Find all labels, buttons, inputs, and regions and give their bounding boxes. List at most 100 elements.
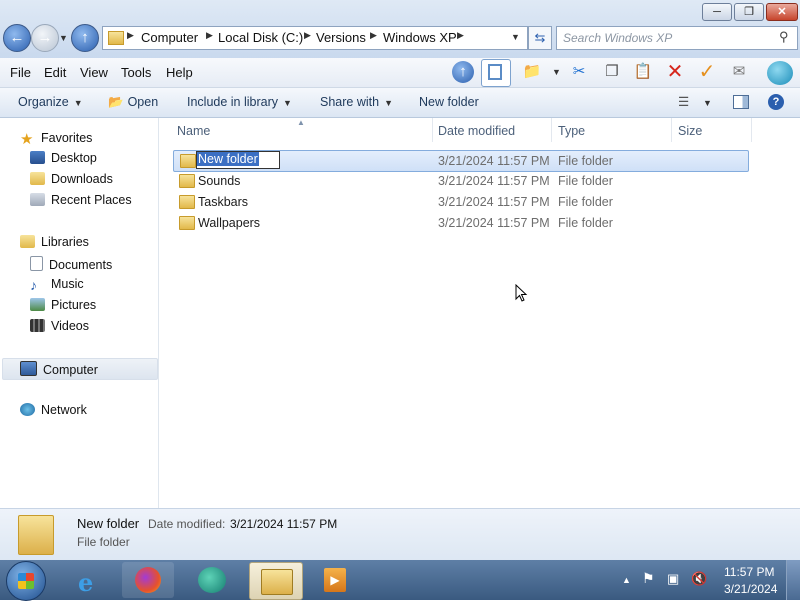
address-bar[interactable]: ▶ Computer ▶ Local Disk (C:) ▶ Versions … [102,26,528,50]
recent-pages-dropdown[interactable]: ▼ [59,33,68,43]
column-divider[interactable] [751,118,752,142]
organize-button[interactable]: Organize ▼ [18,95,83,109]
menu-file[interactable]: File [10,65,31,80]
delete-icon[interactable]: ✕ [664,61,686,83]
libraries-icon [20,235,35,248]
search-input[interactable] [563,30,763,46]
back-button[interactable]: ← [3,24,31,52]
breadcrumb-local-disk[interactable]: Local Disk (C:) [218,30,303,45]
file-row[interactable]: Wallpapers 3/21/2024 11:57 PM File folde… [173,213,747,233]
view-dropdown-icon[interactable]: ▼ [552,67,561,77]
file-list: ▲ Name Date modified Type Size New folde… [159,118,800,508]
downloads-icon [30,172,45,185]
menu-view[interactable]: View [80,65,108,80]
breadcrumb-versions[interactable]: Versions [316,30,366,45]
nav-documents[interactable]: Documents [30,256,112,272]
nav-desktop[interactable]: Desktop [30,151,97,165]
computer-icon [20,361,37,376]
menu-tools[interactable]: Tools [121,65,151,80]
column-divider[interactable] [671,118,672,142]
include-in-library-label: Include in library [187,95,279,109]
nav-desktop-label: Desktop [51,151,97,165]
breadcrumb-separator-icon[interactable]: ▶ [304,30,311,41]
column-header-size[interactable]: Size [678,124,702,138]
breadcrumb-computer[interactable]: Computer [141,30,198,45]
documents-icon [30,256,43,271]
copy-icon[interactable]: ❐ [601,61,623,83]
taskbar-windows-explorer[interactable] [249,562,303,600]
rename-input[interactable]: New folder [196,151,280,169]
folders-pane-icon[interactable] [481,59,511,87]
taskbar-firefox[interactable] [122,562,174,598]
help-icon[interactable]: ? [768,94,784,110]
cut-icon[interactable]: ✂ [568,61,590,83]
column-divider[interactable] [432,118,433,142]
file-row[interactable]: Taskbars 3/21/2024 11:57 PM File folder [173,192,747,212]
preview-pane-icon[interactable] [733,95,749,109]
up-button[interactable]: ↑ [71,24,99,52]
close-button[interactable]: ✕ [766,3,798,21]
details-date-label: Date modified: [148,517,226,531]
column-header-type[interactable]: Type [558,124,585,138]
nav-downloads[interactable]: Downloads [30,172,113,186]
windows-flag-icon[interactable] [767,61,793,85]
nav-downloads-label: Downloads [51,172,113,186]
nav-pictures[interactable]: Pictures [30,298,96,312]
paste-icon[interactable]: 📋 [632,61,654,83]
clock-time[interactable]: 11:57 PM [724,565,774,579]
folder-options-icon[interactable]: 📁 [521,61,543,83]
change-view-icon[interactable]: ☰ [678,94,689,109]
column-divider[interactable] [551,118,552,142]
nav-favorites[interactable]: ★ Favorites [20,130,92,148]
new-folder-button[interactable]: New folder [419,95,479,109]
address-history-dropdown[interactable]: ▼ [511,32,520,42]
nav-videos[interactable]: Videos [30,319,89,333]
show-hidden-icons[interactable]: ▲ [622,575,631,585]
share-with-button[interactable]: Share with ▼ [320,95,393,109]
start-button[interactable] [6,561,46,601]
nav-libraries[interactable]: Libraries [20,235,89,249]
nav-network-label: Network [41,403,87,417]
network-tray-icon[interactable]: ▣ [667,571,679,587]
nav-recent-places[interactable]: Recent Places [30,193,132,207]
search-icon[interactable]: ⚲ [779,29,789,45]
breadcrumb-separator-icon[interactable]: ▶ [370,30,377,41]
firefox-icon [135,567,161,593]
column-header-date-modified[interactable]: Date modified [438,124,515,138]
checkmark-icon[interactable]: ✓ [696,61,718,83]
view-options-dropdown-icon[interactable]: ▼ [703,98,712,108]
column-header-name[interactable]: Name [177,124,210,138]
action-center-flag-icon[interactable]: ⚑ [642,570,655,587]
clock-date[interactable]: 3/21/2024 [724,582,777,596]
nav-music[interactable]: ♪ Music [30,277,84,293]
properties-icon[interactable]: ✉ [728,61,750,83]
refresh-button[interactable]: ⇆ [528,26,552,50]
minimize-icon: ─ [713,6,721,18]
taskbar-internet-explorer[interactable]: e [64,562,116,598]
nav-libraries-label: Libraries [41,235,89,249]
show-desktop-button[interactable] [786,560,800,600]
taskbar-media-player[interactable]: ▶ [310,562,362,598]
breadcrumb-windows-xp[interactable]: Windows XP [383,30,457,45]
menu-help[interactable]: Help [166,65,193,80]
open-folder-icon: 📂 [108,95,124,109]
breadcrumb-separator-icon[interactable]: ▶ [206,30,213,41]
file-row[interactable]: Sounds 3/21/2024 11:57 PM File folder [173,171,747,191]
forward-button[interactable]: → [31,24,59,52]
breadcrumb-separator-icon[interactable]: ▶ [127,30,134,41]
nav-network[interactable]: Network [20,403,87,417]
nav-favorites-label: Favorites [41,131,93,145]
open-button[interactable]: 📂 Open [108,95,158,110]
minimize-button[interactable]: ─ [702,3,732,21]
include-in-library-button[interactable]: Include in library ▼ [187,95,292,109]
nav-documents-label: Documents [49,258,113,272]
up-folder-icon[interactable]: ↑ [452,61,474,83]
maximize-button[interactable]: ❐ [734,3,764,21]
file-row[interactable]: New folder 3/21/2024 11:57 PM File folde… [173,150,749,172]
nav-computer[interactable]: Computer [20,361,98,377]
refresh-icon: ⇆ [534,30,546,45]
menu-edit[interactable]: Edit [44,65,66,80]
volume-muted-icon[interactable]: 🔇 [691,571,707,587]
taskbar-app[interactable] [187,562,239,598]
breadcrumb-separator-icon[interactable]: ▶ [457,30,464,41]
